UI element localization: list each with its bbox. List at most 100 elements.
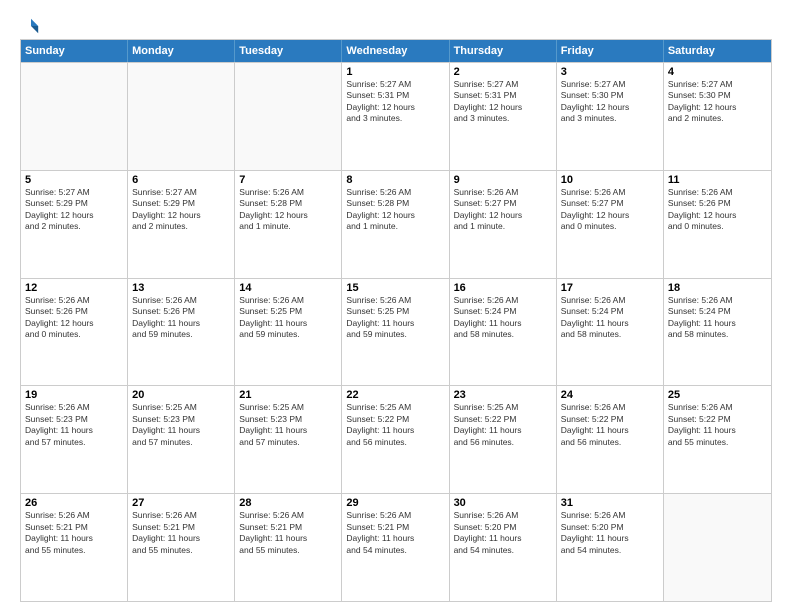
day-info: Sunrise: 5:26 AM Sunset: 5:27 PM Dayligh… — [454, 187, 552, 233]
day-number: 31 — [561, 497, 659, 509]
day-number: 6 — [132, 174, 230, 186]
header-cell-thursday: Thursday — [450, 40, 557, 62]
calendar: SundayMondayTuesdayWednesdayThursdayFrid… — [20, 39, 772, 602]
day-number: 5 — [25, 174, 123, 186]
cal-cell: 20Sunrise: 5:25 AM Sunset: 5:23 PM Dayli… — [128, 386, 235, 493]
day-number: 26 — [25, 497, 123, 509]
day-info: Sunrise: 5:26 AM Sunset: 5:20 PM Dayligh… — [454, 510, 552, 556]
day-number: 3 — [561, 66, 659, 78]
day-number: 11 — [668, 174, 767, 186]
day-number: 23 — [454, 389, 552, 401]
header-cell-friday: Friday — [557, 40, 664, 62]
day-number: 27 — [132, 497, 230, 509]
cal-cell: 22Sunrise: 5:25 AM Sunset: 5:22 PM Dayli… — [342, 386, 449, 493]
day-number: 4 — [668, 66, 767, 78]
day-info: Sunrise: 5:26 AM Sunset: 5:26 PM Dayligh… — [132, 295, 230, 341]
day-info: Sunrise: 5:26 AM Sunset: 5:27 PM Dayligh… — [561, 187, 659, 233]
cal-row-3: 19Sunrise: 5:26 AM Sunset: 5:23 PM Dayli… — [21, 385, 771, 493]
cal-cell: 28Sunrise: 5:26 AM Sunset: 5:21 PM Dayli… — [235, 494, 342, 601]
day-number: 7 — [239, 174, 337, 186]
day-info: Sunrise: 5:26 AM Sunset: 5:24 PM Dayligh… — [454, 295, 552, 341]
day-number: 16 — [454, 282, 552, 294]
day-info: Sunrise: 5:27 AM Sunset: 5:29 PM Dayligh… — [132, 187, 230, 233]
cal-cell: 24Sunrise: 5:26 AM Sunset: 5:22 PM Dayli… — [557, 386, 664, 493]
cal-cell — [128, 63, 235, 170]
cal-row-1: 5Sunrise: 5:27 AM Sunset: 5:29 PM Daylig… — [21, 170, 771, 278]
cal-cell: 16Sunrise: 5:26 AM Sunset: 5:24 PM Dayli… — [450, 279, 557, 386]
cal-cell: 8Sunrise: 5:26 AM Sunset: 5:28 PM Daylig… — [342, 171, 449, 278]
cal-cell: 18Sunrise: 5:26 AM Sunset: 5:24 PM Dayli… — [664, 279, 771, 386]
day-number: 10 — [561, 174, 659, 186]
day-info: Sunrise: 5:27 AM Sunset: 5:30 PM Dayligh… — [561, 79, 659, 125]
cal-cell: 30Sunrise: 5:26 AM Sunset: 5:20 PM Dayli… — [450, 494, 557, 601]
day-info: Sunrise: 5:27 AM Sunset: 5:30 PM Dayligh… — [668, 79, 767, 125]
cal-cell: 1Sunrise: 5:27 AM Sunset: 5:31 PM Daylig… — [342, 63, 449, 170]
day-number: 21 — [239, 389, 337, 401]
day-info: Sunrise: 5:26 AM Sunset: 5:24 PM Dayligh… — [668, 295, 767, 341]
cal-cell: 4Sunrise: 5:27 AM Sunset: 5:30 PM Daylig… — [664, 63, 771, 170]
day-info: Sunrise: 5:26 AM Sunset: 5:20 PM Dayligh… — [561, 510, 659, 556]
day-number: 30 — [454, 497, 552, 509]
header-cell-wednesday: Wednesday — [342, 40, 449, 62]
cal-cell: 12Sunrise: 5:26 AM Sunset: 5:26 PM Dayli… — [21, 279, 128, 386]
logo-icon — [22, 17, 40, 35]
day-number: 18 — [668, 282, 767, 294]
cal-cell: 29Sunrise: 5:26 AM Sunset: 5:21 PM Dayli… — [342, 494, 449, 601]
day-info: Sunrise: 5:26 AM Sunset: 5:21 PM Dayligh… — [346, 510, 444, 556]
cal-cell: 6Sunrise: 5:27 AM Sunset: 5:29 PM Daylig… — [128, 171, 235, 278]
cal-cell: 3Sunrise: 5:27 AM Sunset: 5:30 PM Daylig… — [557, 63, 664, 170]
day-info: Sunrise: 5:25 AM Sunset: 5:22 PM Dayligh… — [454, 402, 552, 448]
day-info: Sunrise: 5:26 AM Sunset: 5:21 PM Dayligh… — [25, 510, 123, 556]
day-number: 24 — [561, 389, 659, 401]
header — [20, 15, 772, 35]
day-info: Sunrise: 5:26 AM Sunset: 5:25 PM Dayligh… — [239, 295, 337, 341]
day-number: 1 — [346, 66, 444, 78]
cal-cell: 5Sunrise: 5:27 AM Sunset: 5:29 PM Daylig… — [21, 171, 128, 278]
header-cell-sunday: Sunday — [21, 40, 128, 62]
cal-cell: 14Sunrise: 5:26 AM Sunset: 5:25 PM Dayli… — [235, 279, 342, 386]
day-number: 12 — [25, 282, 123, 294]
day-info: Sunrise: 5:25 AM Sunset: 5:23 PM Dayligh… — [239, 402, 337, 448]
day-info: Sunrise: 5:25 AM Sunset: 5:22 PM Dayligh… — [346, 402, 444, 448]
cal-cell: 27Sunrise: 5:26 AM Sunset: 5:21 PM Dayli… — [128, 494, 235, 601]
page: SundayMondayTuesdayWednesdayThursdayFrid… — [0, 0, 792, 612]
day-info: Sunrise: 5:27 AM Sunset: 5:29 PM Dayligh… — [25, 187, 123, 233]
cal-cell: 31Sunrise: 5:26 AM Sunset: 5:20 PM Dayli… — [557, 494, 664, 601]
day-info: Sunrise: 5:26 AM Sunset: 5:24 PM Dayligh… — [561, 295, 659, 341]
cal-row-4: 26Sunrise: 5:26 AM Sunset: 5:21 PM Dayli… — [21, 493, 771, 601]
day-info: Sunrise: 5:26 AM Sunset: 5:26 PM Dayligh… — [668, 187, 767, 233]
day-info: Sunrise: 5:26 AM Sunset: 5:23 PM Dayligh… — [25, 402, 123, 448]
cal-cell — [235, 63, 342, 170]
cal-cell: 15Sunrise: 5:26 AM Sunset: 5:25 PM Dayli… — [342, 279, 449, 386]
day-number: 28 — [239, 497, 337, 509]
cal-cell: 11Sunrise: 5:26 AM Sunset: 5:26 PM Dayli… — [664, 171, 771, 278]
day-info: Sunrise: 5:26 AM Sunset: 5:28 PM Dayligh… — [346, 187, 444, 233]
day-number: 8 — [346, 174, 444, 186]
cal-cell: 13Sunrise: 5:26 AM Sunset: 5:26 PM Dayli… — [128, 279, 235, 386]
cal-cell — [664, 494, 771, 601]
day-info: Sunrise: 5:27 AM Sunset: 5:31 PM Dayligh… — [346, 79, 444, 125]
day-info: Sunrise: 5:26 AM Sunset: 5:22 PM Dayligh… — [668, 402, 767, 448]
day-info: Sunrise: 5:26 AM Sunset: 5:21 PM Dayligh… — [132, 510, 230, 556]
header-cell-saturday: Saturday — [664, 40, 771, 62]
cal-cell: 17Sunrise: 5:26 AM Sunset: 5:24 PM Dayli… — [557, 279, 664, 386]
day-number: 14 — [239, 282, 337, 294]
logo — [20, 17, 40, 35]
cal-cell — [21, 63, 128, 170]
cal-cell: 21Sunrise: 5:25 AM Sunset: 5:23 PM Dayli… — [235, 386, 342, 493]
header-cell-tuesday: Tuesday — [235, 40, 342, 62]
cal-cell: 23Sunrise: 5:25 AM Sunset: 5:22 PM Dayli… — [450, 386, 557, 493]
day-info: Sunrise: 5:25 AM Sunset: 5:23 PM Dayligh… — [132, 402, 230, 448]
day-info: Sunrise: 5:26 AM Sunset: 5:26 PM Dayligh… — [25, 295, 123, 341]
cal-cell: 25Sunrise: 5:26 AM Sunset: 5:22 PM Dayli… — [664, 386, 771, 493]
day-number: 29 — [346, 497, 444, 509]
day-info: Sunrise: 5:26 AM Sunset: 5:25 PM Dayligh… — [346, 295, 444, 341]
cal-cell: 2Sunrise: 5:27 AM Sunset: 5:31 PM Daylig… — [450, 63, 557, 170]
day-info: Sunrise: 5:26 AM Sunset: 5:28 PM Dayligh… — [239, 187, 337, 233]
day-number: 2 — [454, 66, 552, 78]
cal-cell: 19Sunrise: 5:26 AM Sunset: 5:23 PM Dayli… — [21, 386, 128, 493]
cal-row-2: 12Sunrise: 5:26 AM Sunset: 5:26 PM Dayli… — [21, 278, 771, 386]
day-info: Sunrise: 5:26 AM Sunset: 5:21 PM Dayligh… — [239, 510, 337, 556]
calendar-header: SundayMondayTuesdayWednesdayThursdayFrid… — [21, 40, 771, 62]
header-cell-monday: Monday — [128, 40, 235, 62]
